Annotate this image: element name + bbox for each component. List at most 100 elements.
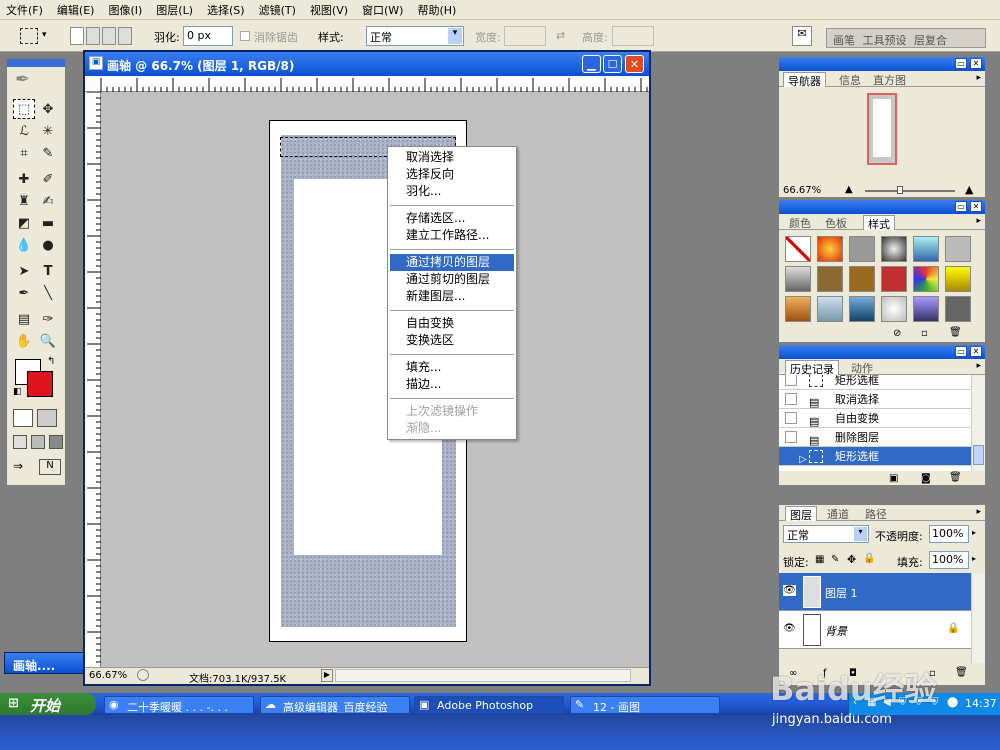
vertical-ruler[interactable]: [85, 91, 101, 667]
menu-item-deselect[interactable]: 取消选择: [390, 149, 514, 166]
style-swatch[interactable]: [785, 266, 811, 292]
panel-caption[interactable]: ▭ ✕: [779, 57, 985, 71]
status-menu-icon[interactable]: [137, 669, 149, 681]
navigator-zoom[interactable]: 66.67%: [783, 185, 821, 196]
style-swatch[interactable]: [849, 236, 875, 262]
panel-close-icon[interactable]: ✕: [970, 346, 982, 357]
horizontal-scrollbar[interactable]: [335, 669, 631, 682]
minimize-button[interactable]: ▁: [582, 55, 601, 73]
menu-item-free-transform[interactable]: 自由变换: [390, 315, 514, 332]
hand-tool-icon[interactable]: ✋: [13, 331, 35, 351]
status-arrow-icon[interactable]: ▶: [321, 669, 333, 682]
panel-caption[interactable]: ▭ ✕: [779, 200, 985, 214]
panel-menu-icon[interactable]: ▸: [976, 73, 981, 83]
screen-mode-standard-icon[interactable]: [13, 435, 27, 449]
toolbox-grip[interactable]: [7, 59, 65, 67]
panel-menu-icon[interactable]: ▸: [976, 361, 981, 371]
menu-select[interactable]: 选择(S): [207, 2, 245, 18]
opacity-arrow-icon[interactable]: ▸: [972, 528, 976, 537]
trash-icon[interactable]: 🗑: [949, 327, 962, 338]
history-item[interactable]: ▤ 取消选择: [779, 390, 971, 409]
new-style-icon[interactable]: ▫: [921, 328, 928, 339]
brush-tool-icon[interactable]: ✐: [37, 169, 59, 189]
zoom-slider-thumb[interactable]: [897, 186, 903, 194]
taskbar-item-qq[interactable]: ◉ 二十季暖暖 . . . -. . .: [104, 696, 254, 714]
slice-tool-icon[interactable]: ✎: [37, 143, 59, 163]
menu-item-layer-via-copy[interactable]: 通过拷贝的图层: [390, 254, 514, 271]
menu-item-select-inverse[interactable]: 选择反向: [390, 166, 514, 183]
height-input[interactable]: [612, 26, 654, 46]
style-swatch[interactable]: [849, 296, 875, 322]
default-colors-icon[interactable]: ◧: [13, 387, 22, 397]
taskbar-item-paint[interactable]: ✎ 12 - 画图: [570, 696, 720, 714]
history-state-marker-icon[interactable]: ▷: [799, 450, 807, 469]
tab-swatches[interactable]: 色板: [821, 215, 851, 230]
horizontal-ruler[interactable]: [85, 76, 649, 92]
pen-tool-icon[interactable]: ✒: [13, 283, 35, 303]
tab-styles[interactable]: 样式: [863, 215, 895, 231]
taskbar-item-photoshop[interactable]: ▣ Adobe Photoshop: [414, 696, 564, 714]
panel-menu-icon[interactable]: ▸: [976, 216, 981, 226]
trash-icon[interactable]: 🗑: [949, 472, 962, 483]
palette-tab-tool-presets[interactable]: 工具预设: [863, 34, 907, 47]
width-input[interactable]: [504, 26, 546, 46]
snapshot-icon[interactable]: ◙: [921, 473, 931, 484]
maximize-button[interactable]: ☐: [603, 55, 622, 73]
fill-arrow-icon[interactable]: ▸: [972, 554, 976, 563]
type-tool-icon[interactable]: T: [37, 261, 59, 281]
rectangular-marquee-icon[interactable]: ⬚: [13, 99, 35, 119]
menu-item-stroke[interactable]: 描边...: [390, 376, 514, 393]
tab-navigator[interactable]: 导航器: [783, 72, 826, 88]
style-swatch[interactable]: [785, 296, 811, 322]
path-selection-icon[interactable]: ➤: [13, 261, 35, 281]
history-scroll-thumb[interactable]: [973, 445, 984, 465]
line-tool-icon[interactable]: ╲: [37, 283, 59, 303]
background-color-swatch[interactable]: [27, 371, 53, 397]
style-select[interactable]: 正常 ▾: [366, 26, 464, 46]
dodge-tool-icon[interactable]: ●: [37, 235, 59, 255]
style-swatch[interactable]: [945, 236, 971, 262]
style-swatch[interactable]: [913, 266, 939, 292]
layer-name[interactable]: 图层 1: [825, 585, 858, 601]
style-swatch[interactable]: [817, 236, 843, 262]
tab-color[interactable]: 颜色: [785, 215, 815, 230]
add-selection-button[interactable]: [86, 27, 100, 45]
screen-mode-menubar-icon[interactable]: [31, 435, 45, 449]
tab-history[interactable]: 历史记录: [785, 360, 839, 376]
opacity-input[interactable]: 100%: [929, 525, 969, 543]
tab-info[interactable]: 信息: [835, 72, 865, 87]
style-swatch[interactable]: [785, 236, 811, 262]
lock-image-icon[interactable]: ✎: [831, 554, 839, 565]
history-item-selected[interactable]: ▷ 矩形选框: [779, 447, 971, 466]
taskbar-item-browser[interactable]: ☁ 高级编辑器_百度经验: [260, 696, 410, 714]
navigator-view-box[interactable]: [867, 93, 897, 165]
file-browser-icon[interactable]: ✉: [792, 26, 812, 46]
history-source-checkbox[interactable]: [785, 431, 797, 443]
history-item[interactable]: 矩形选框: [779, 375, 971, 390]
zoom-in-icon[interactable]: ▲: [965, 183, 973, 196]
panel-minimize-icon[interactable]: ▭: [955, 346, 967, 357]
menu-window[interactable]: 窗口(W): [362, 2, 403, 18]
style-swatch[interactable]: [945, 266, 971, 292]
eyedropper-icon[interactable]: ✑: [37, 309, 59, 329]
layer-row[interactable]: 👁 背景 🔒: [779, 611, 971, 649]
notes-tool-icon[interactable]: ▤: [13, 309, 35, 329]
imageready-icon[interactable]: N: [39, 459, 61, 475]
panel-menu-icon[interactable]: ▸: [976, 507, 981, 517]
menu-item-save-selection[interactable]: 存储选区...: [390, 210, 514, 227]
intersect-selection-button[interactable]: [118, 27, 132, 45]
style-swatch[interactable]: [881, 266, 907, 292]
zoom-out-icon[interactable]: ▲: [845, 184, 853, 195]
blur-tool-icon[interactable]: 💧: [13, 235, 35, 255]
tab-channels[interactable]: 通道: [823, 506, 853, 521]
zoom-tool-icon[interactable]: 🔍: [37, 331, 59, 351]
style-swatch[interactable]: [913, 236, 939, 262]
eraser-tool-icon[interactable]: ◩: [13, 213, 35, 233]
standard-mode-icon[interactable]: [13, 409, 33, 427]
history-item[interactable]: ▤ 删除图层: [779, 428, 971, 447]
menu-image[interactable]: 图像(I): [108, 2, 142, 18]
tab-actions[interactable]: 动作: [847, 360, 877, 375]
history-item[interactable]: ▤ 自由变换: [779, 409, 971, 428]
menu-help[interactable]: 帮助(H): [417, 2, 456, 18]
quick-mask-mode-icon[interactable]: [37, 409, 57, 427]
